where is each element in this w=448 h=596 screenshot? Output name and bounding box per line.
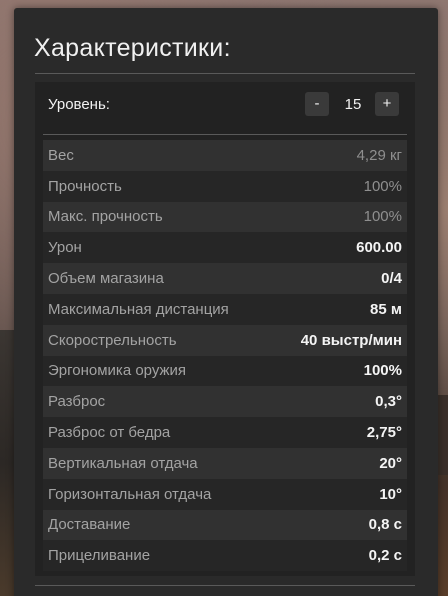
stat-value: 600.00 <box>356 239 402 257</box>
stat-row: Вертикальная отдача 20° <box>43 447 407 479</box>
stat-value: 85 м <box>370 300 402 318</box>
stat-value: 100% <box>363 362 402 380</box>
stat-row: Разброс от бедра 2,75° <box>43 417 407 448</box>
stat-value: 0,3° <box>375 393 402 411</box>
stat-row: Урон 600.00 <box>43 232 407 264</box>
stat-row: Вес 4,29 кг <box>43 140 407 171</box>
level-value: 15 <box>344 96 362 113</box>
stat-row: Прочность 100% <box>43 170 407 202</box>
title-divider <box>35 73 415 74</box>
stat-label: Прочность <box>48 177 122 195</box>
stat-list: Вес 4,29 кг Прочность 100% Макс. прочность 10… <box>43 140 407 572</box>
characteristics-panel: Характеристики: Уровень: - 15 + Вес 4,29 … <box>14 8 438 596</box>
stat-label: Прицеливание <box>48 547 151 565</box>
stat-label: Макс. прочность <box>48 208 163 226</box>
stat-label: Горизонтальная отдача <box>48 485 212 503</box>
stat-value: 4,29 кг <box>356 146 402 164</box>
stat-row: Разброс 0,3° <box>43 386 407 418</box>
stat-label: Разброс <box>48 393 106 411</box>
bottom-divider <box>35 585 415 586</box>
stat-value: 2,75° <box>366 424 402 442</box>
stat-row: Скорострельность 40 выстр/мин <box>43 324 407 356</box>
stat-row: Горизонтальная отдача 10° <box>43 478 407 510</box>
stat-label: Максимальная дистанция <box>48 300 229 318</box>
level-divider <box>43 134 407 135</box>
panel-title: Характеристики: <box>34 34 231 62</box>
stat-label: Разброс от бедра <box>48 424 171 442</box>
stat-label: Доставание <box>48 516 131 534</box>
level-label: Уровень: <box>48 96 110 113</box>
stat-value: 20° <box>379 454 402 472</box>
stat-value: 0,8 с <box>368 516 402 534</box>
stat-value: 0/4 <box>381 270 402 288</box>
stat-row: Макс. прочность 100% <box>43 201 407 233</box>
stat-row: Эргономика оружия 100% <box>43 355 407 387</box>
stat-label: Скорострельность <box>48 331 177 349</box>
stat-label: Вертикальная отдача <box>48 454 198 472</box>
stat-value: 40 выстр/мин <box>300 331 402 349</box>
stat-label: Объем магазина <box>48 270 164 288</box>
stat-label: Эргономика оружия <box>48 362 187 380</box>
stat-row: Максимальная дистанция 85 м <box>43 293 407 325</box>
stats-box: Уровень: - 15 + Вес 4,29 кг Прочность 100% М… <box>35 82 415 576</box>
stat-row: Объем магазина 0/4 <box>43 263 407 294</box>
stat-label: Вес <box>48 146 74 164</box>
level-increase-button[interactable]: + <box>375 92 399 116</box>
level-decrease-button[interactable]: - <box>305 92 329 116</box>
stat-value: 0,2 с <box>368 547 402 565</box>
stat-row: Доставание 0,8 с <box>43 509 407 541</box>
stat-value: 100% <box>363 208 402 226</box>
stat-value: 100% <box>363 177 402 195</box>
stat-label: Урон <box>48 239 82 257</box>
stat-row: Прицеливание 0,2 с <box>43 540 407 572</box>
level-row: Уровень: - 15 + <box>35 82 415 126</box>
stat-value: 10° <box>379 485 402 503</box>
